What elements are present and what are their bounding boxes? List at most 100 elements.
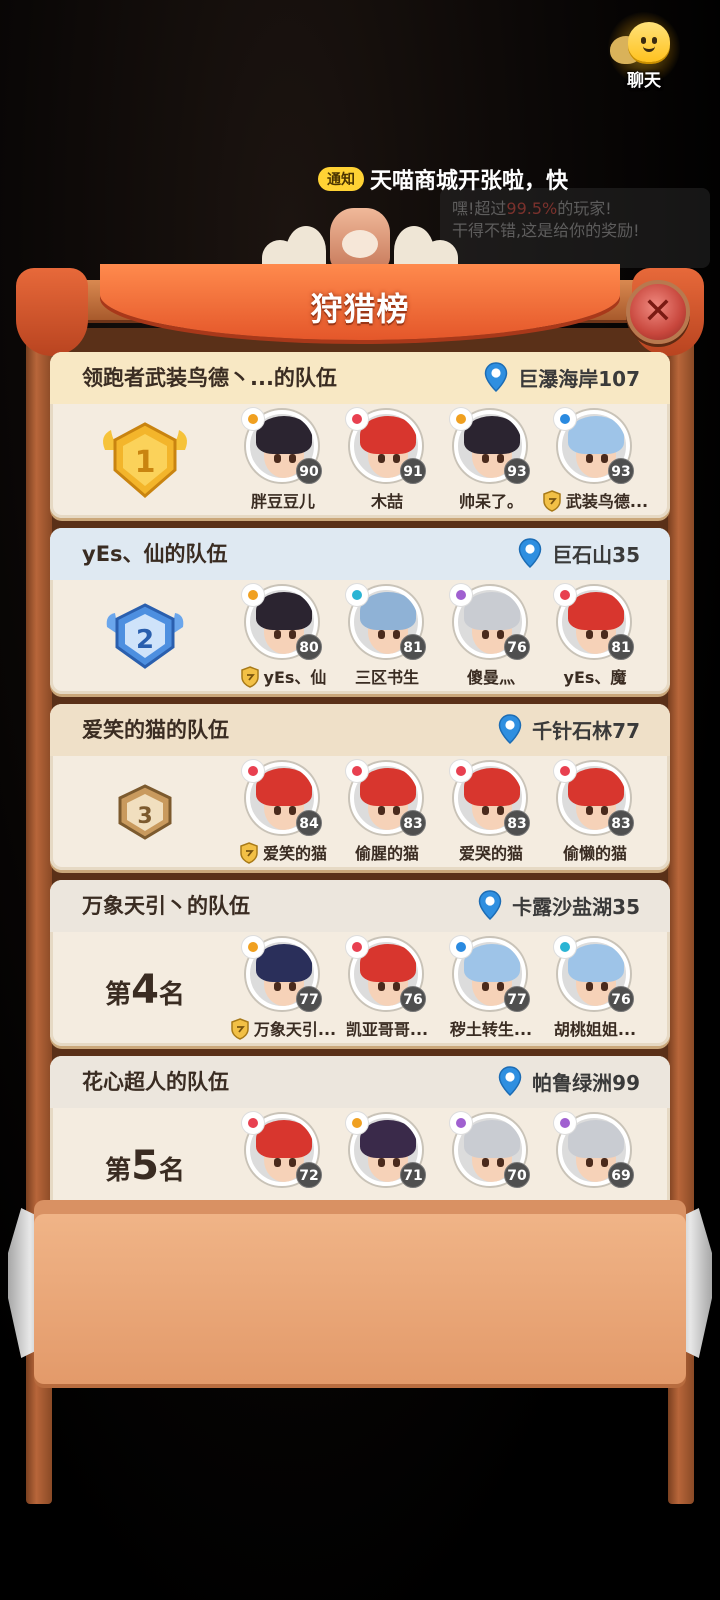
team-card-header: 花心超人的队伍 帕鲁绿洲99 xyxy=(50,1056,670,1108)
wind-element-icon xyxy=(242,760,264,782)
rank-number: 5 xyxy=(131,1143,159,1189)
gold-badge-icon: 1 xyxy=(97,420,193,504)
bottom-scroll-roll xyxy=(8,1200,712,1394)
location-name: 巨瀑海岸107 xyxy=(518,366,640,391)
member-name-text: 武装鸟德... xyxy=(565,492,649,511)
location-pin-icon xyxy=(484,362,508,393)
level-badge: 93 xyxy=(608,458,634,484)
level-badge: 83 xyxy=(400,810,426,836)
background-reward-popup: 嘿!超过99.5%的玩家! 干得不错,这是给你的奖励! xyxy=(440,188,710,268)
team-name: 爱笑的猫的队伍 xyxy=(82,718,229,742)
silver-badge-icon: 2 xyxy=(103,601,187,675)
member-name-text: 帅呆了。 xyxy=(458,492,523,511)
rank-indicator: 第5名 xyxy=(80,1116,210,1210)
team-card[interactable]: 爱笑的猫的队伍 千针石林77 3 84 爱笑的猫 83 偷腥的猫 83 爱哭的猫 83 偷懒的猫 xyxy=(50,704,670,870)
svg-text:1: 1 xyxy=(135,445,156,480)
level-badge: 80 xyxy=(296,634,322,660)
team-member[interactable]: 69 xyxy=(540,1110,650,1210)
team-name: yEs、仙的队伍 xyxy=(82,542,228,566)
level-badge: 84 xyxy=(296,810,322,836)
team-card-header: 万象天引丶的队伍 卡露沙盐湖35 xyxy=(50,880,670,932)
team-card[interactable]: yEs、仙的队伍 巨石山35 2 80 yEs、仙 81 三区书生 76 傻曼灬 81 yEs、魔 xyxy=(50,528,670,694)
water-element-icon xyxy=(554,408,576,430)
team-card[interactable]: 万象天引丶的队伍 卡露沙盐湖35 第4名 77 万象天引... 76 凯亚哥哥... 77 秽土… xyxy=(50,880,670,1046)
leader-shield-icon xyxy=(239,842,259,864)
fire-element-icon xyxy=(242,408,264,430)
team-location[interactable]: 千针石林77 xyxy=(498,714,640,745)
rank-label: 第5名 xyxy=(105,1143,185,1189)
team-member[interactable]: 93 武装鸟德... xyxy=(540,406,650,514)
team-member[interactable]: 76 胡桃姐姐... xyxy=(540,934,650,1042)
member-name-text: yEs、魔 xyxy=(563,668,627,687)
team-list[interactable]: 领跑者武装鸟德丶...的队伍 巨瀑海岸107 1 90 胖豆豆儿 91 木喆 93 帅呆了。 93… xyxy=(50,352,670,1210)
dark-element-icon xyxy=(450,1112,472,1134)
location-name: 卡露沙盐湖35 xyxy=(512,894,640,919)
team-location[interactable]: 巨石山35 xyxy=(518,538,640,569)
team-location[interactable]: 巨瀑海岸107 xyxy=(484,362,640,393)
level-badge: 91 xyxy=(400,458,426,484)
level-badge: 76 xyxy=(504,634,530,660)
leader-shield-icon xyxy=(240,666,260,688)
team-member[interactable]: 70 xyxy=(436,1110,546,1210)
team-name: 领跑者武装鸟德丶...的队伍 xyxy=(82,366,337,390)
location-pin-icon xyxy=(478,890,502,921)
member-name-text: 偷腥的猫 xyxy=(354,844,419,863)
team-member[interactable]: 83 偷懒的猫 xyxy=(540,758,650,866)
rank-suffix: 名 xyxy=(158,980,185,1010)
level-badge: 70 xyxy=(504,1162,530,1188)
fire-element-icon xyxy=(242,584,264,606)
member-name-text: 胡桃姐姐... xyxy=(553,1020,637,1039)
leader-shield-icon xyxy=(542,490,562,512)
location-name: 帕鲁绿洲99 xyxy=(532,1070,640,1095)
water-element-icon xyxy=(450,936,472,958)
team-member[interactable]: 81 yEs、魔 xyxy=(540,582,650,690)
rank-indicator: 第4名 xyxy=(80,940,210,1040)
notice-text: 天喵商城开张啦，快 xyxy=(370,169,569,194)
team-card-header: 爱笑的猫的队伍 千针石林77 xyxy=(50,704,670,756)
wind-element-icon xyxy=(450,760,472,782)
member-name-text: 胖豆豆儿 xyxy=(250,492,315,511)
member-name: 胡桃姐姐... xyxy=(528,1016,662,1040)
bronze-badge-icon: 3 xyxy=(112,783,178,845)
svg-text:2: 2 xyxy=(136,625,154,655)
location-pin-icon xyxy=(498,714,522,745)
location-name: 千针石林77 xyxy=(532,718,640,743)
svg-text:3: 3 xyxy=(137,804,152,829)
wind-element-icon xyxy=(346,936,368,958)
rank-number: 4 xyxy=(131,967,159,1013)
rank-indicator: 3 xyxy=(80,764,210,864)
rank-prefix: 第 xyxy=(105,1156,132,1186)
close-button[interactable]: ✕ xyxy=(626,280,690,344)
level-badge: 76 xyxy=(400,986,426,1012)
member-name-text: 三区书生 xyxy=(354,668,419,687)
team-card[interactable]: 花心超人的队伍 帕鲁绿洲99 第5名 72 71 70 69 xyxy=(50,1056,670,1210)
team-card[interactable]: 领跑者武装鸟德丶...的队伍 巨瀑海岸107 1 90 胖豆豆儿 91 木喆 93 帅呆了。 93… xyxy=(50,352,670,518)
rank-indicator: 1 xyxy=(80,412,210,512)
level-badge: 69 xyxy=(608,1162,634,1188)
member-name-text: yEs、仙 xyxy=(263,668,327,687)
team-member[interactable]: 71 xyxy=(332,1110,442,1210)
rank-label: 第4名 xyxy=(105,967,185,1013)
level-badge: 90 xyxy=(296,458,322,484)
team-location[interactable]: 帕鲁绿洲99 xyxy=(498,1066,640,1097)
rank-indicator: 2 xyxy=(80,588,210,688)
notice-tag: 通知 xyxy=(318,167,364,191)
team-name: 万象天引丶的队伍 xyxy=(82,894,250,918)
ice-element-icon xyxy=(554,936,576,958)
team-member[interactable]: 72 xyxy=(228,1110,338,1210)
level-badge: 76 xyxy=(608,986,634,1012)
member-name-text: 傻曼灬 xyxy=(466,668,515,687)
wind-element-icon xyxy=(346,408,368,430)
fire-element-icon xyxy=(242,936,264,958)
location-pin-icon xyxy=(518,538,542,569)
location-name: 巨石山35 xyxy=(552,542,640,567)
team-name: 花心超人的队伍 xyxy=(82,1070,229,1094)
level-badge: 72 xyxy=(296,1162,322,1188)
rank-suffix: 名 xyxy=(158,1156,185,1186)
ice-element-icon xyxy=(346,584,368,606)
page-title: 狩猎榜 xyxy=(310,290,410,328)
team-card-header: 领跑者武装鸟德丶...的队伍 巨瀑海岸107 xyxy=(50,352,670,404)
team-location[interactable]: 卡露沙盐湖35 xyxy=(478,890,640,921)
notice-marquee: 通知 天喵商城开张啦，快 xyxy=(318,164,586,194)
chat-button[interactable]: 聊天 xyxy=(604,12,684,91)
